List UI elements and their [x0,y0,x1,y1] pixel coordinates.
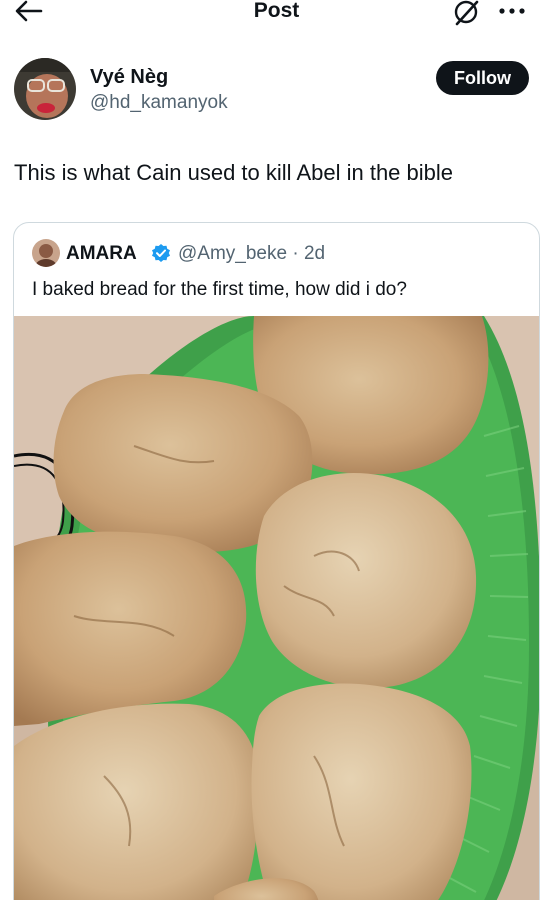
quote-display-name[interactable]: AMARA [66,243,137,265]
author-handle[interactable]: @hd_kamanyok [90,92,228,114]
author-avatar[interactable] [14,58,76,120]
quote-photo[interactable] [14,316,539,900]
top-bar: Post [0,0,553,26]
more-options-button[interactable] [495,0,529,22]
follow-button[interactable]: Follow [436,61,529,95]
quote-text: I baked bread for the first time, how di… [32,279,407,300]
grok-icon [454,0,479,26]
avatar [14,58,76,120]
post-text: This is what Cain used to kill Abel in t… [14,160,454,185]
more-horizontal-icon [499,8,525,14]
quote-avatar[interactable] [32,239,60,267]
quote-avatar-image [32,239,60,267]
verified-badge-icon [151,243,171,263]
quote-handle-time: @Amy_beke · 2d [178,243,326,264]
author-display-name[interactable]: Vyé Nèg [90,66,168,89]
bread-photo [14,316,539,900]
grok-button[interactable] [452,0,482,26]
quoted-post[interactable]: AMARA @Amy_beke · 2d I baked bread for t… [13,222,540,900]
